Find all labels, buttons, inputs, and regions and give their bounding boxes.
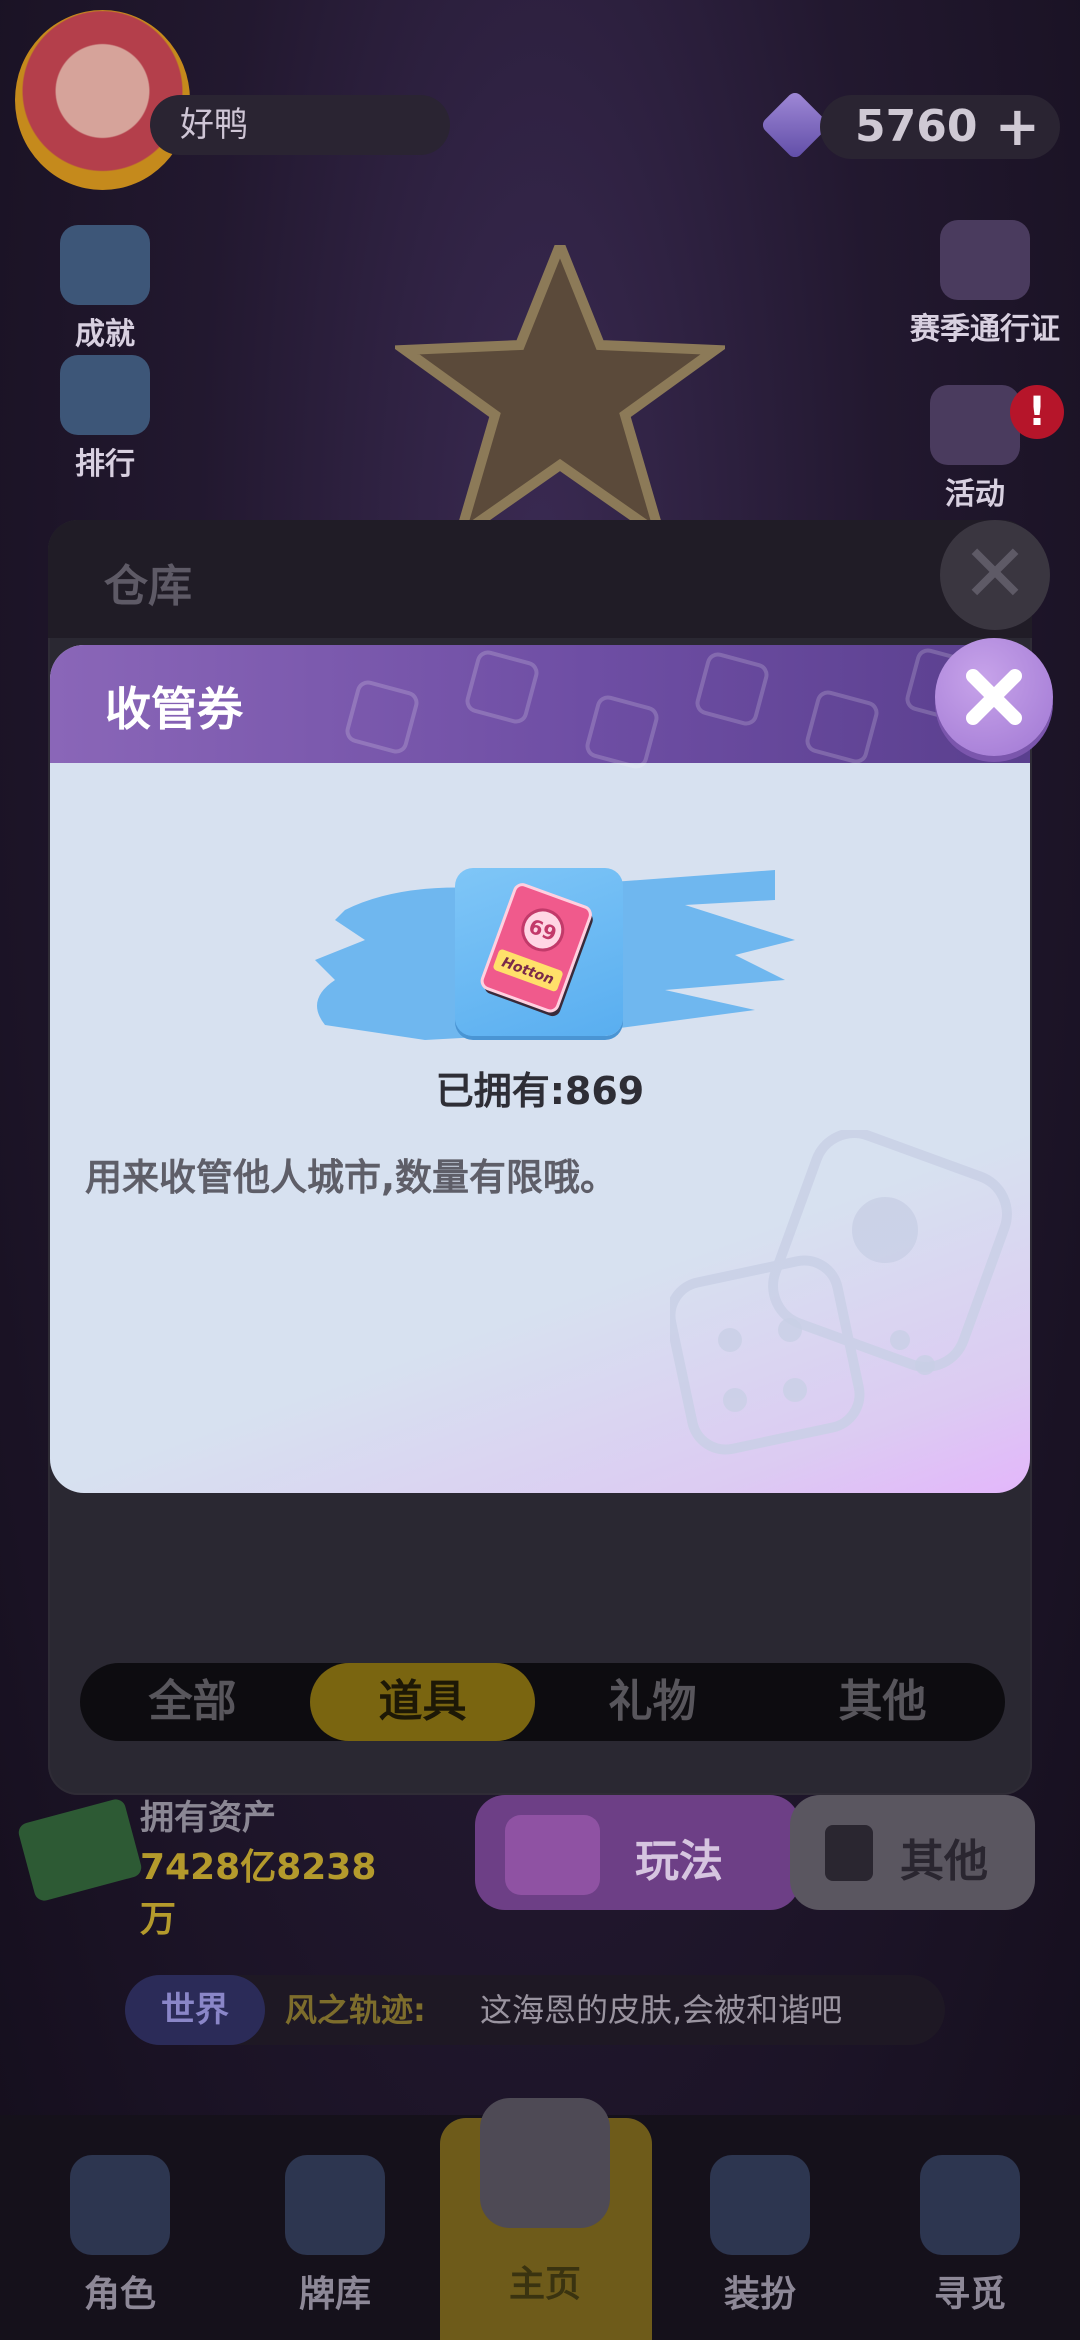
nav-explore[interactable]: 寻觅 [870,2155,1070,2317]
nav-dressup[interactable]: 装扮 [660,2155,860,2317]
nav-home[interactable]: 主页 [445,2255,645,2307]
other-button[interactable]: 其他 [790,1795,1035,1910]
dice-pattern-icon [802,687,882,767]
close-icon [966,669,1022,725]
lock-icon [825,1825,873,1881]
ranking-button[interactable]: 排行 [35,355,175,483]
chat-channel-badge: 世界 [125,1975,265,2045]
chat-username: 风之轨迹: [285,1991,426,2029]
owned-count: 已拥有:869 [435,1069,645,1113]
gameplay-button[interactable]: 玩法 [475,1795,800,1910]
cash-icon [16,1797,144,1903]
modal-title: 收管券 [105,682,243,736]
assets-value: 7428亿8238万 [140,1847,377,1940]
dice-pattern-icon [692,649,772,729]
assets-label: 拥有资产 [140,1798,276,1838]
character-icon [70,2155,170,2255]
gem-count: 5760 [855,101,978,152]
ranking-icon [60,355,150,435]
achievements-button[interactable]: 成就 [35,225,175,353]
search-mascot-icon [920,2155,1020,2255]
season-pass-button[interactable]: 赛季通行证 [895,220,1075,348]
chat-message: 这海恩的皮肤,会被和谐吧 [480,1991,843,2029]
tab-gifts[interactable]: 礼物 [540,1663,765,1741]
dice-watermark-icon [670,1130,1012,1455]
player-name: 好鸭 [150,95,450,155]
backpack-icon [710,2155,810,2255]
item-description: 用来收管他人城市,数量有限哦。 [85,1156,618,1199]
warehouse-header: 仓库 [48,520,1032,638]
tab-items[interactable]: 道具 [310,1663,535,1741]
cards-icon [285,2155,385,2255]
trophy-icon [60,225,150,305]
warehouse-close-button[interactable]: ✕ [940,520,1050,630]
gem-counter: 5760 + [820,95,1060,159]
tab-all[interactable]: 全部 [80,1663,305,1741]
modal-close-button[interactable] [935,638,1053,756]
dice-pattern-icon [462,647,542,727]
calendar-icon [930,385,1020,465]
warehouse-title: 仓库 [104,561,192,612]
events-alert-badge: ! [1010,385,1064,439]
tab-other[interactable]: 其他 [770,1663,995,1741]
nav-character[interactable]: 角色 [20,2155,220,2317]
item-card: 69 Hotton [455,868,623,1036]
chat-ticker[interactable]: 世界 风之轨迹: 这海恩的皮肤,会被和谐吧 [125,1975,945,2045]
dice-pattern-icon [582,692,662,772]
modal-header: 收管券 [50,645,1030,772]
tv-icon [505,1815,600,1895]
dice-pattern-icon [342,677,422,757]
warehouse-tabs: 全部 道具 礼物 其他 [80,1663,1005,1741]
season-pass-icon [940,220,1030,300]
assets-panel: 拥有资产 7428亿8238万 [16,1790,385,1940]
nav-cards[interactable]: 牌库 [235,2155,435,2317]
add-gems-button[interactable]: + [995,95,1040,158]
home-mascot-icon [480,2098,610,2228]
ticket-icon: 69 Hotton [480,883,593,1017]
star-decoration [395,245,725,545]
